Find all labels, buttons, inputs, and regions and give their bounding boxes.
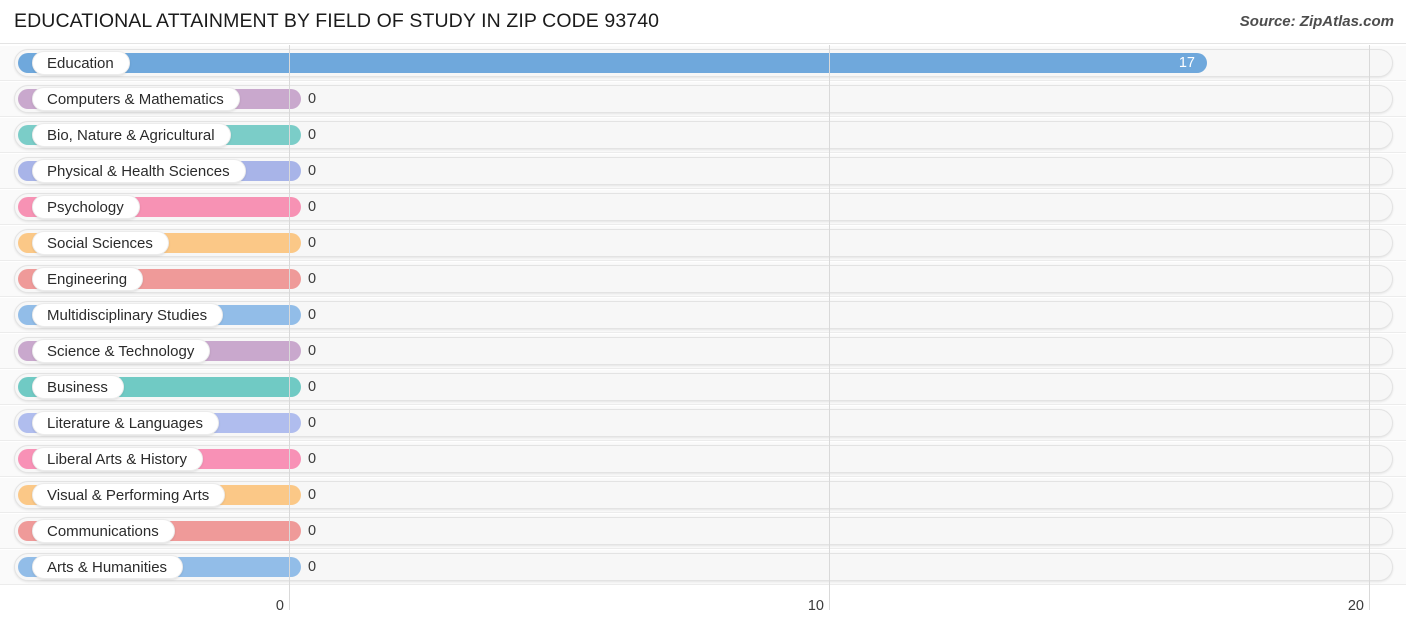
category-label: Engineering: [32, 267, 144, 291]
category-label: Psychology: [32, 195, 140, 219]
source-attribution: Source: ZipAtlas.com: [1239, 13, 1394, 30]
axis-tick: [289, 594, 290, 610]
bar-row[interactable]: 0 Social Sciences: [0, 225, 1406, 261]
bar-value-label: 0: [308, 487, 317, 503]
bar-row[interactable]: 0 Literature & Languages: [0, 405, 1406, 441]
bar-value-label: 0: [308, 343, 317, 359]
bar-row[interactable]: 0 Computers & Mathematics: [0, 81, 1406, 117]
bar-value-label: 0: [308, 415, 317, 431]
bar-row[interactable]: 0 Liberal Arts & History: [0, 441, 1406, 477]
category-label: Visual & Performing Arts: [32, 483, 226, 507]
bar-value-label: 0: [308, 127, 317, 143]
bar-row[interactable]: 0 Psychology: [0, 189, 1406, 225]
bar-value-label: 0: [308, 199, 317, 215]
category-label: Science & Technology: [32, 339, 211, 363]
axis-tick-label: 10: [807, 598, 824, 614]
bar-value-label: 0: [308, 559, 317, 575]
bar-row[interactable]: 0 Communications: [0, 513, 1406, 549]
chart-header: EDUCATIONAL ATTAINMENT BY FIELD OF STUDY…: [0, 0, 1406, 44]
category-label: Education: [32, 51, 130, 75]
bar-value-label: 0: [308, 163, 317, 179]
bar-row[interactable]: 0 Arts & Humanities: [0, 549, 1406, 585]
bar-value-label: 0: [308, 379, 317, 395]
bar-value-label: 0: [308, 523, 317, 539]
category-label: Literature & Languages: [32, 411, 219, 435]
bar-row[interactable]: 0 Multidisciplinary Studies: [0, 297, 1406, 333]
bar-value-label: 0: [308, 271, 317, 287]
bar-row[interactable]: 0 Bio, Nature & Agricultural: [0, 117, 1406, 153]
bar-row[interactable]: 0 Physical & Health Sciences: [0, 153, 1406, 189]
page-title: EDUCATIONAL ATTAINMENT BY FIELD OF STUDY…: [14, 10, 660, 32]
bar-row[interactable]: 0 Business: [0, 369, 1406, 405]
bar-row[interactable]: 0 Engineering: [0, 261, 1406, 297]
category-label: Business: [32, 375, 124, 399]
category-label: Arts & Humanities: [32, 555, 184, 579]
bar-value-label: 0: [308, 235, 317, 251]
bar-value-label: 17: [1178, 55, 1195, 71]
category-label: Bio, Nature & Agricultural: [32, 123, 231, 147]
bar-row[interactable]: 0 Visual & Performing Arts: [0, 477, 1406, 513]
category-label: Physical & Health Sciences: [32, 159, 246, 183]
x-axis: 0 10 20: [0, 594, 1406, 631]
bar-value-label: 0: [308, 451, 317, 467]
axis-tick: [829, 594, 830, 610]
category-label: Communications: [32, 519, 175, 543]
axis-tick-label: 20: [1347, 598, 1364, 614]
category-label: Liberal Arts & History: [32, 447, 204, 471]
axis-tick: [1369, 594, 1370, 610]
chart-plot-area: 17 Education 0 Computers & Mathematics 0 Bio,…: [0, 45, 1406, 594]
category-label: Social Sciences: [32, 231, 169, 255]
category-label: Multidisciplinary Studies: [32, 303, 224, 327]
bar[interactable]: 17: [18, 53, 1207, 73]
category-label: Computers & Mathematics: [32, 87, 240, 111]
bar-row[interactable]: 17 Education: [0, 45, 1406, 81]
bar-value-label: 0: [308, 91, 317, 107]
axis-tick-label: 0: [275, 598, 284, 614]
bar-row[interactable]: 0 Science & Technology: [0, 333, 1406, 369]
bar-value-label: 0: [308, 307, 317, 323]
